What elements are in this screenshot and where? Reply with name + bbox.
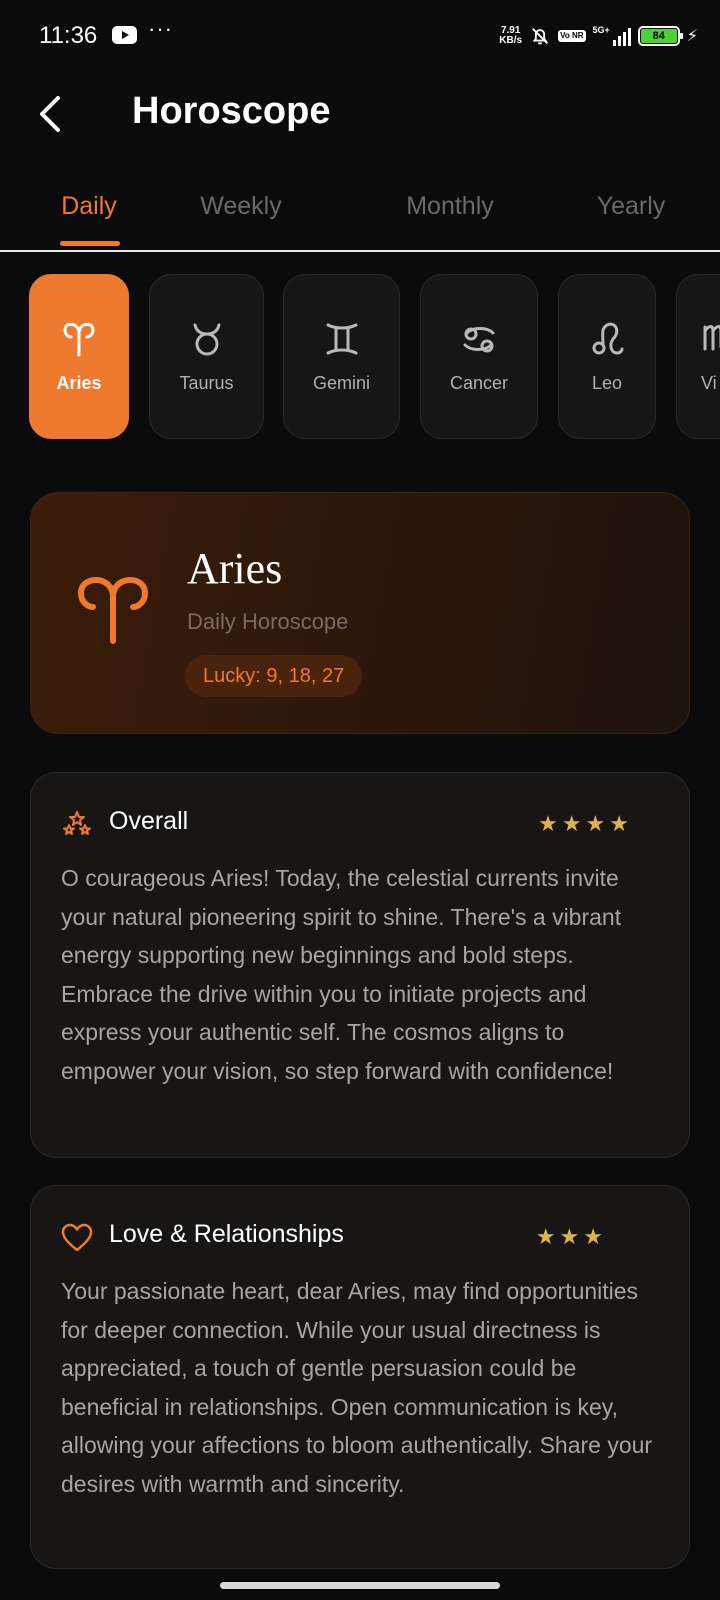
home-indicator[interactable] [220, 1582, 500, 1589]
battery-level: 84 [640, 29, 677, 43]
section-title: Overall [109, 807, 189, 835]
tab-yearly[interactable]: Yearly [556, 192, 706, 221]
charging-icon: ⚡ [686, 28, 698, 45]
zodiac-selector: Aries Taurus Gemini Cancer Leo Vi [0, 274, 720, 442]
love-section-card: Love & Relationships ★★★ Your passionate… [30, 1185, 690, 1569]
bell-muted-icon [532, 28, 549, 45]
zodiac-chip-aries[interactable]: Aries [29, 274, 129, 439]
gemini-icon [326, 323, 357, 355]
zodiac-chip-label: Aries [56, 373, 102, 393]
zodiac-chip-leo[interactable]: Leo [558, 274, 656, 439]
zodiac-chip-label: Vi [701, 373, 717, 393]
zodiac-chip-gemini[interactable]: Gemini [283, 274, 400, 439]
network-speed-unit: KB/s [499, 35, 523, 46]
heart-icon [61, 1223, 93, 1252]
zodiac-chip-label: Gemini [312, 373, 370, 393]
leo-icon [592, 322, 624, 355]
horoscope-subtitle: Daily Horoscope [187, 609, 349, 634]
battery-icon: 84 [637, 26, 683, 46]
virgo-icon [703, 325, 720, 351]
youtube-notification-icon [112, 26, 137, 44]
zodiac-chip-virgo[interactable]: Vi [676, 274, 720, 439]
taurus-icon [193, 323, 220, 356]
section-text: Your passionate heart, dear Aries, may f… [61, 1278, 653, 1497]
period-tabs: Daily Weekly Monthly Yearly [0, 180, 720, 252]
zodiac-chip-label: Cancer [449, 373, 509, 393]
section-title: Love & Relationships [109, 1220, 344, 1248]
tab-monthly[interactable]: Monthly [375, 192, 525, 221]
star-rating: ★★★ [535, 1224, 607, 1249]
zodiac-chip-label: Leo [591, 373, 623, 393]
more-notifications-icon: ··· [148, 16, 173, 41]
aries-icon [78, 577, 148, 644]
tab-weekly[interactable]: Weekly [166, 192, 316, 221]
tab-indicator [60, 241, 120, 246]
network-speed: 7.91 KB/s [499, 26, 522, 46]
star-rating: ★★★★ [538, 811, 633, 836]
signal-label: 5G+ [592, 25, 610, 35]
page-title: Horoscope [132, 90, 331, 132]
tab-daily[interactable]: Daily [14, 192, 164, 221]
signal-icon: 5G+ [593, 26, 631, 46]
overall-section-card: Overall ★★★★ O courageous Aries! Today, … [30, 772, 690, 1158]
aries-icon [63, 322, 95, 357]
status-icons: 7.91 KB/s Vo NR 5G+ 84 ⚡ [499, 22, 698, 50]
constellation-icon [63, 811, 91, 835]
back-arrow-icon[interactable] [34, 92, 66, 136]
lucky-numbers-badge: Lucky: 9, 18, 27 [185, 655, 363, 697]
volte-icon: Vo NR [558, 30, 586, 42]
section-text: O courageous Aries! Today, the celestial… [61, 865, 622, 1084]
status-time: 11:36 [39, 22, 98, 49]
zodiac-chip-label: Taurus [179, 373, 234, 393]
status-bar: 11:36 ··· 7.91 KB/s Vo NR 5G+ 84 ⚡ [0, 0, 720, 72]
sign-title: Aries [187, 544, 283, 593]
cancer-icon [463, 327, 495, 353]
zodiac-chip-cancer[interactable]: Cancer [420, 274, 538, 439]
zodiac-chip-taurus[interactable]: Taurus [149, 274, 264, 439]
sign-summary-card: Aries Daily Horoscope Lucky: 9, 18, 27 [30, 492, 690, 734]
